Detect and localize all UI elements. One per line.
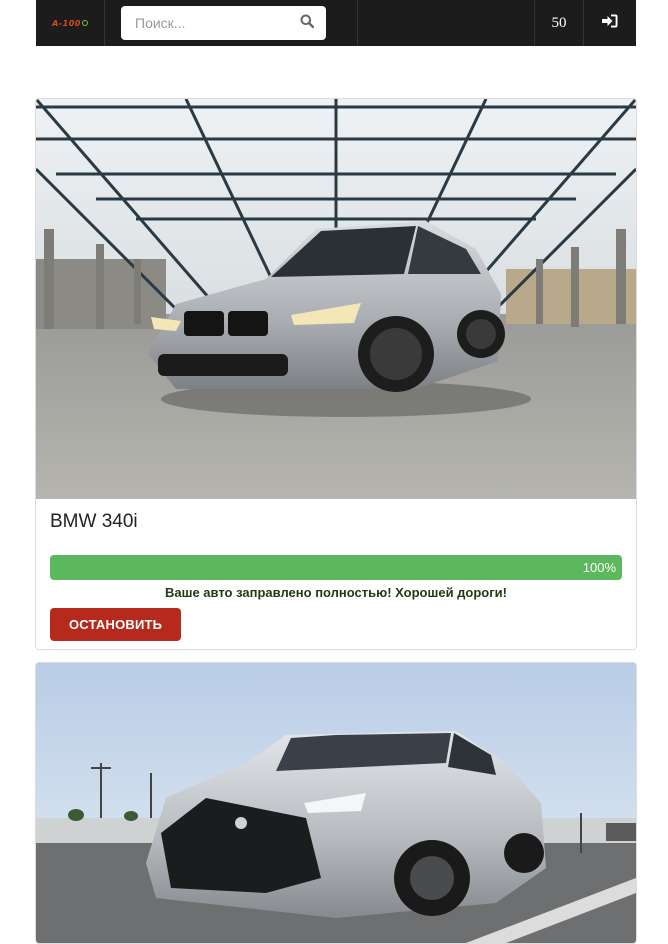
- navbar-spacer: [358, 0, 535, 46]
- logo-text: A-100: [52, 18, 81, 28]
- logo-dot-icon: [81, 20, 88, 26]
- fuel-progress: 100%: [50, 555, 622, 580]
- card-body: BMW 340i 100% Ваше авто заправлено полно…: [36, 511, 636, 641]
- car-photo: [36, 663, 636, 943]
- sign-in-icon: [602, 14, 618, 33]
- search-box: [121, 6, 326, 40]
- car-photo: [36, 99, 636, 499]
- stop-button[interactable]: ОСТАНОВИТЬ: [50, 608, 182, 641]
- status-message: Ваше авто заправлено полностью! Хорошей …: [165, 585, 507, 600]
- brand-logo[interactable]: A-100: [36, 0, 105, 46]
- search-icon[interactable]: [300, 14, 315, 33]
- top-navbar: A-100 50: [36, 0, 636, 46]
- car-card: BMW 340i 100% Ваше авто заправлено полно…: [35, 98, 637, 650]
- fuel-progress-bar: 100%: [50, 555, 622, 580]
- search-area: [105, 0, 358, 46]
- login-button[interactable]: [584, 0, 636, 46]
- car-title: BMW 340i: [50, 511, 138, 532]
- car-card: [35, 662, 637, 944]
- search-input[interactable]: [135, 15, 285, 31]
- balance-count[interactable]: 50: [535, 0, 584, 46]
